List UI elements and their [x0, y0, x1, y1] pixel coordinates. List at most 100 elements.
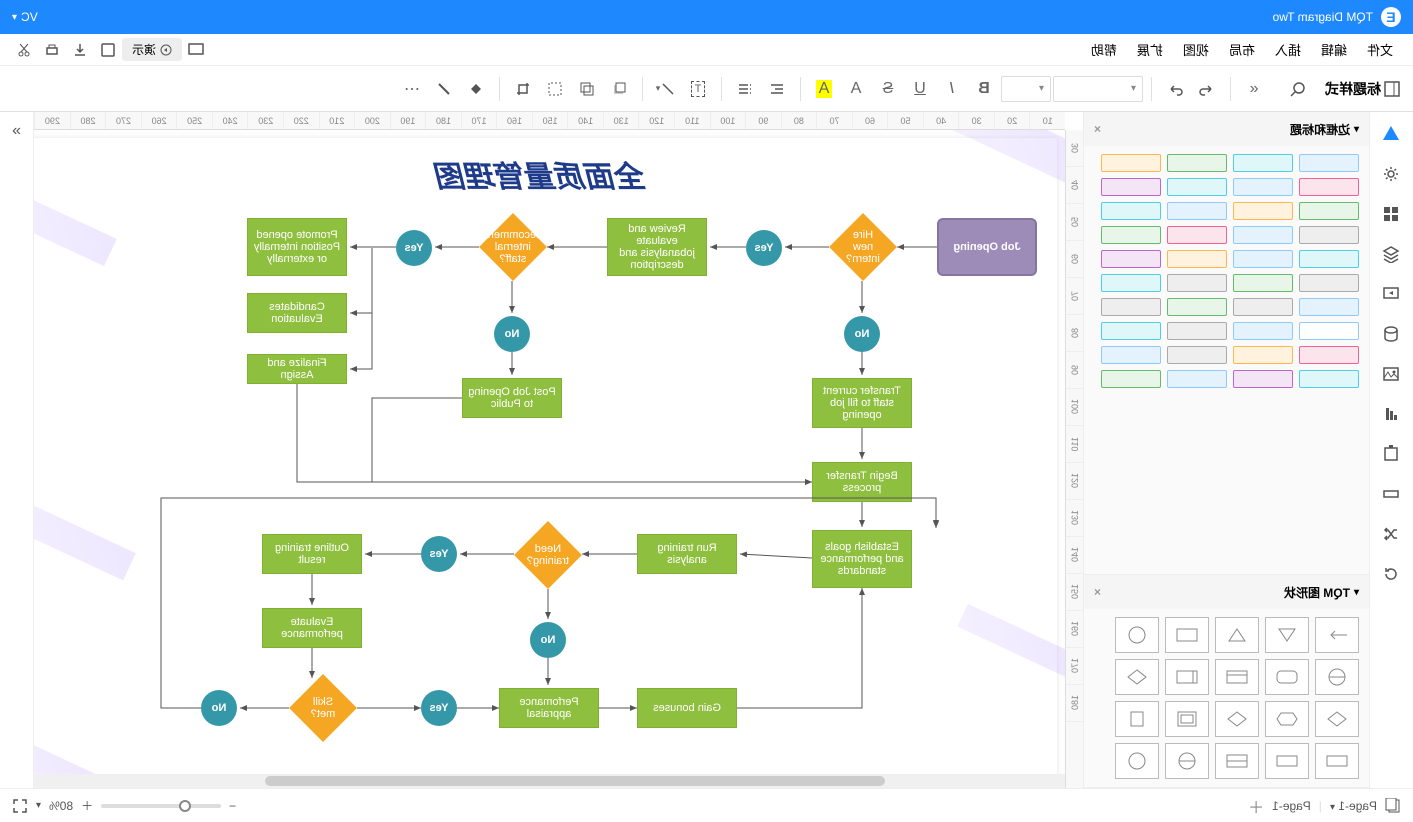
menu-insert[interactable]: 插入	[1265, 40, 1311, 59]
zoom-out-icon[interactable]: −	[229, 799, 236, 813]
more-icon[interactable]: ⋯	[397, 74, 427, 104]
line-icon[interactable]	[429, 74, 459, 104]
close-icon[interactable]: ×	[1094, 122, 1101, 136]
fontsize-select[interactable]: ▾	[1001, 76, 1051, 102]
theme-item[interactable]	[1101, 298, 1161, 316]
add-page-icon[interactable]: ＋	[1248, 794, 1264, 818]
search-icon[interactable]	[1283, 74, 1313, 104]
chevron-down-icon[interactable]: ▾	[36, 800, 41, 811]
layers-icon[interactable]	[1378, 240, 1406, 268]
layer-icon[interactable]	[572, 74, 602, 104]
plugin-icon[interactable]	[1378, 440, 1406, 468]
theme-item[interactable]	[1233, 322, 1293, 340]
panel-icon[interactable]	[1383, 80, 1401, 98]
menu-help[interactable]: 帮助	[1081, 40, 1127, 59]
theme-item[interactable]	[1299, 178, 1359, 196]
theme-item[interactable]	[1299, 154, 1359, 172]
shuffle-icon[interactable]	[1378, 520, 1406, 548]
theme-item[interactable]	[1167, 250, 1227, 268]
connector-icon[interactable]: ▾	[651, 74, 681, 104]
node-yes-1[interactable]: Yes	[746, 230, 782, 266]
shape-diamond3[interactable]	[1215, 701, 1259, 737]
node-decision-hire[interactable]: Hire new intern?	[829, 213, 897, 281]
theme-item[interactable]	[1101, 250, 1161, 268]
settings-icon[interactable]	[1378, 160, 1406, 188]
theme-item[interactable]	[1299, 250, 1359, 268]
theme-item[interactable]	[1299, 202, 1359, 220]
theme-item[interactable]	[1299, 274, 1359, 292]
theme-item[interactable]	[1233, 346, 1293, 364]
theme-item[interactable]	[1233, 178, 1293, 196]
shape-sq[interactable]	[1115, 701, 1159, 737]
download-icon[interactable]	[66, 36, 94, 64]
theme-item[interactable]	[1167, 298, 1227, 316]
node-yes-4[interactable]: Yes	[421, 690, 457, 726]
chevron-down-icon[interactable]: ▾	[1354, 124, 1359, 135]
node-post[interactable]: Post Job Opening to Public	[462, 378, 562, 418]
node-no-3[interactable]: No	[530, 622, 566, 658]
theme-item[interactable]	[1233, 274, 1293, 292]
shape-box2[interactable]	[1215, 743, 1259, 779]
shape-diamond2[interactable]	[1315, 701, 1359, 737]
node-review[interactable]: Review and evaluate jobanalysis and desc…	[607, 218, 707, 276]
menu-layout[interactable]: 布局	[1219, 40, 1265, 59]
theme-item[interactable]	[1299, 346, 1359, 364]
bold-icon[interactable]: B	[969, 74, 999, 104]
theme-item[interactable]	[1101, 226, 1161, 244]
node-outline[interactable]: Outline training result	[262, 534, 362, 574]
refresh-icon[interactable]	[1378, 560, 1406, 588]
theme-item[interactable]	[1167, 154, 1227, 172]
cut-icon[interactable]	[10, 36, 38, 64]
group-icon[interactable]	[540, 74, 570, 104]
collapse-panel-icon[interactable]: «	[1239, 74, 1269, 104]
node-gain[interactable]: Gain bonuses	[637, 688, 737, 728]
node-yes-2[interactable]: Yes	[396, 230, 432, 266]
node-decision-training[interactable]: Need training?	[514, 521, 582, 589]
zoom-value[interactable]: 80%	[49, 799, 73, 813]
undo-icon[interactable]	[1192, 74, 1222, 104]
save-icon[interactable]	[94, 36, 122, 64]
font-select[interactable]: ▾	[1053, 76, 1143, 102]
node-appraisal[interactable]: Perfomance appraisal	[499, 688, 599, 728]
theme-item[interactable]	[1167, 274, 1227, 292]
shape-rect2[interactable]	[1315, 743, 1359, 779]
grid-icon[interactable]	[1378, 200, 1406, 228]
page-selector[interactable]: Page-1 ▾	[1330, 799, 1377, 813]
scrollbar-horizontal[interactable]	[34, 774, 1065, 788]
shape-rounded[interactable]	[1265, 659, 1309, 695]
theme-item[interactable]	[1233, 202, 1293, 220]
page[interactable]: 全面质量管理图 Job Opening Hire new intern? Yes…	[34, 138, 1057, 788]
redo-icon[interactable]	[1160, 74, 1190, 104]
menu-extend[interactable]: 扩展	[1127, 40, 1173, 59]
theme-item[interactable]	[1167, 346, 1227, 364]
node-no-2[interactable]: No	[494, 316, 530, 352]
shape-circle[interactable]	[1115, 617, 1159, 653]
theme-item[interactable]	[1101, 370, 1161, 388]
play-button[interactable]: 演示	[122, 38, 182, 61]
theme-item[interactable]	[1233, 298, 1293, 316]
close-icon[interactable]: ×	[1094, 585, 1101, 599]
canvas[interactable]: 全面质量管理图 Job Opening Hire new intern? Yes…	[34, 130, 1065, 788]
shape-triangle[interactable]	[1215, 617, 1259, 653]
node-candidates[interactable]: Candidates Evaluation	[247, 293, 347, 333]
node-promote[interactable]: Promote opened Position internally or ex…	[247, 218, 347, 276]
data-icon[interactable]	[1378, 320, 1406, 348]
menu-file[interactable]: 文件	[1357, 40, 1403, 59]
node-transfer[interactable]: Transfer current staff to fill job openi…	[812, 378, 912, 428]
node-begin[interactable]: Begin Transfer process	[812, 462, 912, 502]
vc-dropdown[interactable]: VC ▾	[12, 10, 38, 24]
theme-item[interactable]	[1233, 154, 1293, 172]
theme-item[interactable]	[1167, 202, 1227, 220]
menu-view[interactable]: 视图	[1173, 40, 1219, 59]
node-evalperf[interactable]: Evaluate performance	[262, 608, 362, 648]
chevron-down-icon[interactable]: ▾	[1354, 587, 1359, 598]
node-decision-recommend[interactable]: Recommend internal staff?	[479, 213, 547, 281]
theme-item[interactable]	[1167, 322, 1227, 340]
theme-item[interactable]	[1167, 178, 1227, 196]
shape-box[interactable]	[1165, 701, 1209, 737]
theme-item[interactable]	[1101, 346, 1161, 364]
shape-circ3[interactable]	[1115, 743, 1159, 779]
theme-item[interactable]	[1101, 154, 1161, 172]
node-yes-3[interactable]: Yes	[421, 536, 457, 572]
theme-item[interactable]	[1299, 226, 1359, 244]
